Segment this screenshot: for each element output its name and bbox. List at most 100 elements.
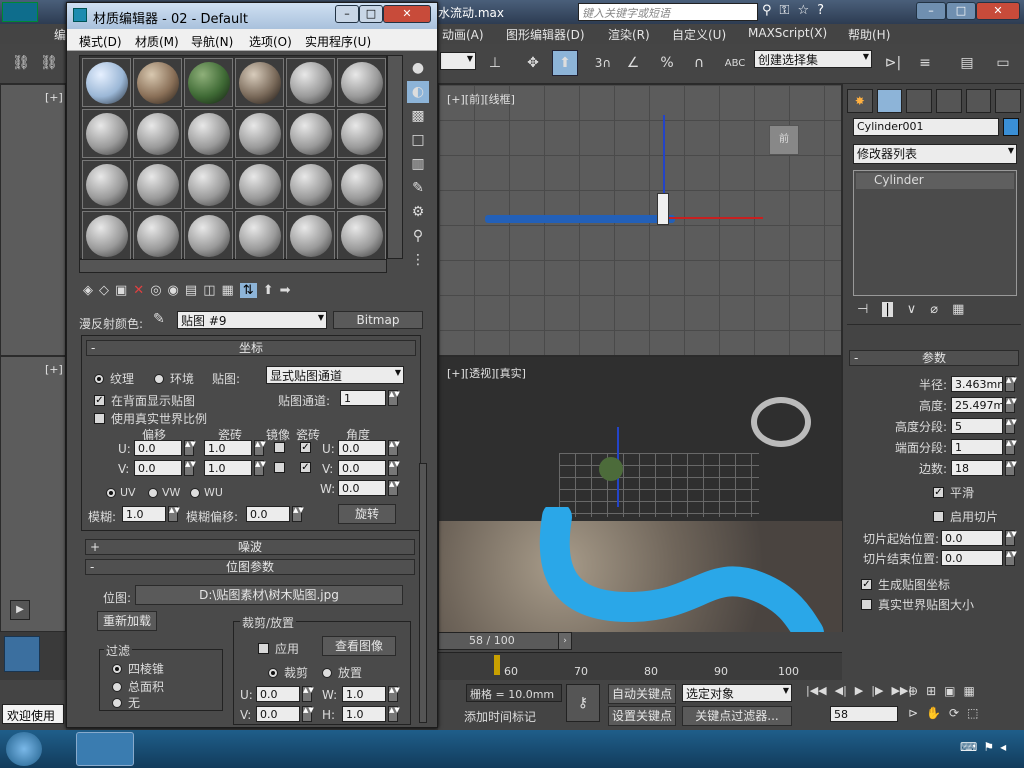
object-name-field[interactable]: Cylinder001 bbox=[853, 118, 999, 136]
reset-map-icon[interactable]: ✕ bbox=[133, 283, 144, 298]
modify-tab-icon[interactable] bbox=[876, 89, 903, 113]
real-world-checkbox[interactable] bbox=[861, 599, 872, 610]
minimize-button[interactable]: – bbox=[916, 2, 946, 20]
zoom-all-icon[interactable]: ⊞ bbox=[926, 684, 936, 698]
mapping-dropdown[interactable]: 显式贴图通道 bbox=[266, 366, 404, 384]
crop-h-spinner[interactable]: ▲▼ bbox=[388, 706, 400, 722]
wu-radio[interactable]: WU bbox=[190, 486, 223, 499]
add-time-tag[interactable]: 添加时间标记 bbox=[464, 708, 536, 725]
apply-option[interactable]: 应用 bbox=[258, 640, 299, 657]
filter-pyramid-option[interactable]: 四棱锥 bbox=[112, 660, 164, 677]
uv-radio[interactable]: UV bbox=[106, 486, 136, 499]
menu-customize[interactable]: 自定义(U) bbox=[672, 26, 726, 43]
u-mirror-checkbox[interactable] bbox=[274, 442, 285, 453]
vw-radio[interactable]: VW bbox=[148, 486, 180, 499]
viewport-label[interactable]: [+] bbox=[45, 91, 63, 104]
menu-maxscript[interactable]: MAXScript(X) bbox=[748, 26, 827, 40]
pan-icon[interactable]: ✋ bbox=[926, 706, 941, 720]
put-to-library-icon[interactable]: ▤ bbox=[185, 283, 197, 298]
crop-radio[interactable]: 裁剪 bbox=[268, 664, 308, 681]
sample-slot[interactable] bbox=[286, 58, 335, 107]
map-type-button[interactable]: Bitmap bbox=[333, 311, 423, 329]
display-tab-icon[interactable] bbox=[965, 89, 992, 113]
close-button[interactable]: ✕ bbox=[976, 2, 1020, 20]
eyedropper-icon[interactable]: ✎ bbox=[153, 311, 165, 327]
go-to-parent-icon[interactable]: ⬆ bbox=[263, 283, 274, 298]
filter-sat-option[interactable]: 总面积 bbox=[112, 678, 164, 695]
viewport-label[interactable]: [+][透视][真实] bbox=[447, 365, 526, 381]
prev-frame-icon[interactable]: ◀| bbox=[835, 684, 847, 697]
wu-radio-button[interactable] bbox=[190, 487, 200, 498]
mirror-icon[interactable]: ⊳| bbox=[880, 50, 906, 76]
menu-help[interactable]: 帮助(H) bbox=[848, 26, 890, 43]
bitmap-params-header[interactable]: - 位图参数 bbox=[85, 559, 415, 575]
environment-radio-button[interactable] bbox=[154, 373, 164, 384]
align-icon[interactable]: ≡ bbox=[912, 50, 938, 76]
ref-coord-dropdown[interactable] bbox=[440, 52, 476, 70]
goto-start-icon[interactable]: |◀◀ bbox=[806, 684, 827, 697]
v-offset-spinner[interactable]: ▲▼ bbox=[184, 460, 196, 476]
object-color-swatch[interactable] bbox=[1003, 118, 1019, 136]
uv-radio-button[interactable] bbox=[106, 487, 116, 498]
graphite-icon[interactable]: ▭ bbox=[990, 50, 1016, 76]
make-copy-icon[interactable]: ◎ bbox=[150, 283, 161, 298]
slots-scrollbar-v[interactable] bbox=[387, 55, 403, 259]
w-angle-field[interactable]: 0.0 bbox=[338, 480, 386, 496]
view-image-button[interactable]: 查看图像 bbox=[322, 636, 396, 656]
next-frame-icon[interactable]: › bbox=[558, 632, 572, 650]
sample-slot[interactable] bbox=[337, 58, 386, 107]
w-angle-spinner[interactable]: ▲▼ bbox=[388, 480, 400, 496]
texture-radio[interactable]: 纹理 bbox=[94, 370, 134, 387]
sample-slot[interactable] bbox=[133, 211, 182, 260]
keyboard-icon[interactable]: ⌨ bbox=[960, 740, 983, 754]
sample-slot[interactable] bbox=[133, 109, 182, 158]
filter-none-option[interactable]: 无 bbox=[112, 694, 140, 711]
slice-to-spinner[interactable]: ▲▼ bbox=[1005, 550, 1017, 566]
set-key-icon[interactable]: ⚷ bbox=[566, 684, 600, 722]
get-material-icon[interactable]: ◈ bbox=[83, 283, 93, 298]
blur-field[interactable]: 1.0 bbox=[122, 506, 166, 522]
v-tile-checkbox[interactable]: ✓ bbox=[300, 462, 311, 473]
assign-to-selection-icon[interactable]: ▣ bbox=[115, 283, 127, 298]
sample-slot[interactable] bbox=[133, 160, 182, 209]
ball-object[interactable] bbox=[599, 457, 623, 481]
unlink-icon[interactable]: ⛓ bbox=[36, 50, 62, 76]
v-tiling-field[interactable]: 1.0 bbox=[204, 460, 252, 476]
fov-icon[interactable]: ⊳ bbox=[908, 706, 918, 720]
u-tiling-field[interactable]: 1.0 bbox=[204, 440, 252, 456]
slice-from-spinner[interactable]: ▲▼ bbox=[1005, 530, 1017, 546]
sample-slot[interactable] bbox=[82, 211, 131, 260]
create-tab-icon[interactable]: ✸ bbox=[847, 89, 873, 113]
cylinder-object[interactable] bbox=[657, 193, 669, 225]
sample-slot[interactable] bbox=[286, 211, 335, 260]
crop-u-spinner[interactable]: ▲▼ bbox=[302, 686, 314, 702]
sample-slot[interactable] bbox=[235, 109, 284, 158]
sides-field[interactable]: 18 bbox=[951, 460, 1003, 476]
viewport-front[interactable]: [+][前][线框] 前 bbox=[438, 84, 842, 356]
blur-spinner[interactable]: ▲▼ bbox=[168, 506, 180, 522]
height-segments-spinner[interactable]: ▲▼ bbox=[1005, 418, 1017, 434]
slice-from-field[interactable]: 0.0 bbox=[941, 530, 1003, 546]
slots-scrollbar-h[interactable] bbox=[79, 259, 387, 273]
menu-navigation[interactable]: 导航(N) bbox=[191, 33, 233, 50]
edit-named-selection-icon[interactable]: ABC bbox=[722, 50, 748, 76]
percent-snap-icon[interactable]: % bbox=[654, 50, 680, 76]
u-angle-spinner[interactable]: ▲▼ bbox=[388, 440, 400, 456]
blur-offset-field[interactable]: 0.0 bbox=[246, 506, 290, 522]
crop-w-field[interactable]: 1.0 bbox=[342, 686, 386, 702]
menu-rendering[interactable]: 渲染(R) bbox=[608, 26, 650, 43]
select-by-material-icon[interactable]: ⚲ bbox=[407, 225, 429, 247]
crop-v-field[interactable]: 0.0 bbox=[256, 706, 300, 722]
make-preview-icon[interactable]: ✎ bbox=[407, 177, 429, 199]
filter-sat-radio[interactable] bbox=[112, 681, 122, 692]
backlight-icon[interactable]: ◐ bbox=[407, 81, 429, 103]
show-end-result-mat-icon[interactable]: ⇅ bbox=[239, 283, 257, 298]
angle-snap-icon[interactable]: ∠ bbox=[620, 50, 646, 76]
start-button[interactable] bbox=[6, 732, 42, 766]
sample-slot[interactable] bbox=[82, 58, 131, 107]
sample-slot[interactable] bbox=[184, 58, 233, 107]
sample-slot[interactable] bbox=[184, 160, 233, 209]
motion-tab-icon[interactable] bbox=[936, 89, 962, 113]
sample-slot[interactable] bbox=[235, 211, 284, 260]
auto-key-button[interactable]: 自动关键点 bbox=[608, 684, 676, 704]
